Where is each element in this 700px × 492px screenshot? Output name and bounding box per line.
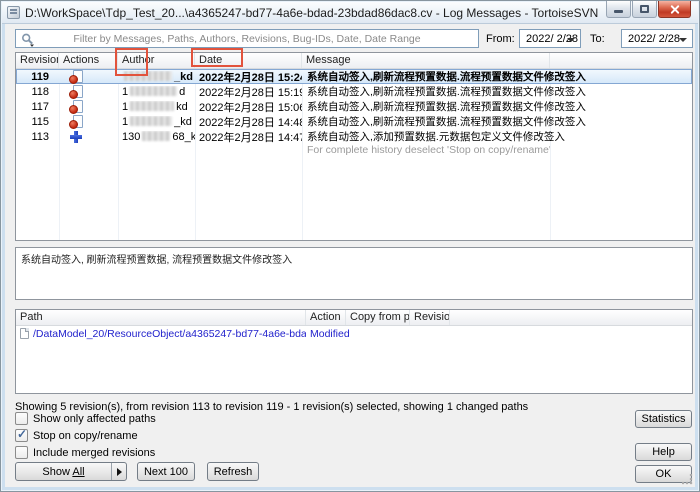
minimize-icon [614,10,623,13]
commit-message: 系统自动签入,刷新流程预置数据.流程预置数据文件修改签入 [302,99,692,114]
window-title: D:\WorkSpace\Tdp_Test_20...\a4365247-bd7… [25,6,688,20]
revision-number: 115 [16,116,59,128]
column-header-revision[interactable]: Revision [16,53,59,68]
added-action-icon [69,130,82,143]
selected-message-text: 系统自动签入, 刷新流程预置数据, 流程预置数据文件修改签入 [21,255,292,266]
log-row-117[interactable]: 117 1kd 2022年2月28日 15:06:18 系统自动签入,刷新流程预… [16,99,692,114]
title-bar[interactable]: D:\WorkSpace\Tdp_Test_20...\a4365247-bd7… [2,2,698,24]
chevron-down-icon [567,38,575,42]
column-header-actions[interactable]: Actions [59,53,118,68]
redacted-author [130,101,174,111]
commit-message: 系统自动签入,刷新流程预置数据.流程预置数据文件修改签入 [302,69,692,84]
column-header-path[interactable]: Path [16,310,306,325]
revision-number: 117 [16,101,59,113]
checkbox-label: Show only affected paths [33,413,156,425]
commit-date: 2022年2月28日 14:47:02 [195,129,302,145]
path-action: Modified [306,328,346,340]
column-header-message[interactable]: Message [302,53,550,68]
to-label: To: [590,33,605,45]
refresh-button[interactable]: Refresh [207,462,259,481]
to-date-picker[interactable]: 2022/ 2/28 [621,29,693,48]
show-all-dropdown[interactable] [112,468,126,476]
modified-action-icon [69,85,82,98]
commit-date: 2022年2月28日 15:24:10 [195,69,302,85]
file-icon [20,328,29,339]
checkbox[interactable] [15,446,28,459]
option-stop-on-copy-rename[interactable]: Stop on copy/rename [15,429,138,442]
column-header-date[interactable]: Date [195,53,302,68]
next-100-button[interactable]: Next 100 [137,462,195,481]
path-cell: /DataModel_20/ResourceObject/a4365247-bd… [16,328,306,340]
modified-action-icon [69,70,82,83]
commit-message: 系统自动签入,刷新流程预置数据.流程预置数据文件修改签入 [302,84,692,99]
resize-grip[interactable] [682,474,693,485]
app-icon [7,6,20,19]
redacted-author [142,131,170,141]
changed-path-text: /DataModel_20/ResourceObject/a4365247-bd… [33,328,306,340]
checkbox-label: Include merged revisions [33,447,155,459]
close-button[interactable] [658,1,691,18]
window-controls [606,1,691,18]
author-cell: _kd [118,71,195,83]
commit-message: 系统自动签入,刷新流程预置数据.流程预置数据文件修改签入 [302,114,692,129]
revision-number: 118 [16,86,59,98]
log-messages-window: D:\WorkSpace\Tdp_Test_20...\a4365247-bd7… [0,0,700,492]
option-include-merged-revisions[interactable]: Include merged revisions [15,446,155,459]
paths-header: Path Action Copy from path Revision [16,310,692,326]
commit-date: 2022年2月28日 14:48:20 [195,114,302,130]
column-header-author[interactable]: Author [118,53,195,68]
author-cell: 1d [118,86,195,98]
revision-number: 113 [16,131,59,143]
statistics-button[interactable]: Statistics [635,410,692,428]
revision-list-header: Revision Actions Author Date Message [16,53,692,69]
log-row-113[interactable]: 113 13068_kd 2022年2月28日 14:47:02 系统自动签入,… [16,129,692,144]
column-header-action[interactable]: Action [306,310,346,325]
maximize-icon [640,5,649,13]
help-button[interactable]: Help [635,443,692,461]
commit-message: 系统自动签入,添加预置数据.元数据包定义文件修改签入 [302,129,692,144]
minimize-button[interactable] [606,1,631,18]
modified-action-icon [69,100,82,113]
chevron-down-icon [679,38,687,42]
author-cell: 13068_kd [118,131,195,143]
redacted-author [124,71,172,81]
show-all-label: Show All [16,466,111,478]
modified-action-icon [69,115,82,128]
show-all-button[interactable]: Show All [15,462,127,481]
column-header-copy-from[interactable]: Copy from path [346,310,410,325]
search-icon[interactable] [21,33,35,47]
column-header-filler [550,53,692,68]
log-row-115[interactable]: 115 1_kd 2022年2月28日 14:48:20 系统自动签入,刷新流程… [16,114,692,129]
changed-paths-list: Path Action Copy from path Revision /Dat… [15,309,693,394]
revision-list: Revision Actions Author Date Message 119… [15,52,693,241]
triangle-right-icon [117,468,122,476]
option-show-only-affected-paths[interactable]: Show only affected paths [15,412,156,425]
commit-date: 2022年2月28日 15:19:16 [195,84,302,100]
checkbox-label: Stop on copy/rename [33,430,138,442]
revision-number: 119 [16,71,59,83]
log-row-118[interactable]: 118 1d 2022年2月28日 15:19:16 系统自动签入,刷新流程预置… [16,84,692,99]
author-cell: 1_kd [118,116,195,128]
changed-path-row[interactable]: /DataModel_20/ResourceObject/a4365247-bd… [16,326,692,342]
filter-input[interactable] [15,29,479,48]
column-header-path-revision[interactable]: Revision [410,310,450,325]
checkbox[interactable] [15,412,28,425]
column-header-filler [450,310,692,325]
from-date-picker[interactable]: 2022/ 2/28 [519,29,581,48]
checkbox[interactable] [15,429,28,442]
commit-date: 2022年2月28日 15:06:18 [195,99,302,115]
redacted-author [130,86,177,96]
from-label: From: [486,33,515,45]
log-row-119[interactable]: 119 _kd 2022年2月28日 15:24:10 系统自动签入,刷新流程预… [16,69,692,84]
redacted-author [130,116,172,126]
to-date-value: 2022/ 2/28 [628,33,680,45]
author-cell: 1kd [118,101,195,113]
maximize-button[interactable] [632,1,657,18]
message-preview-pane[interactable]: 系统自动签入, 刷新流程预置数据, 流程预置数据文件修改签入 [15,247,693,300]
